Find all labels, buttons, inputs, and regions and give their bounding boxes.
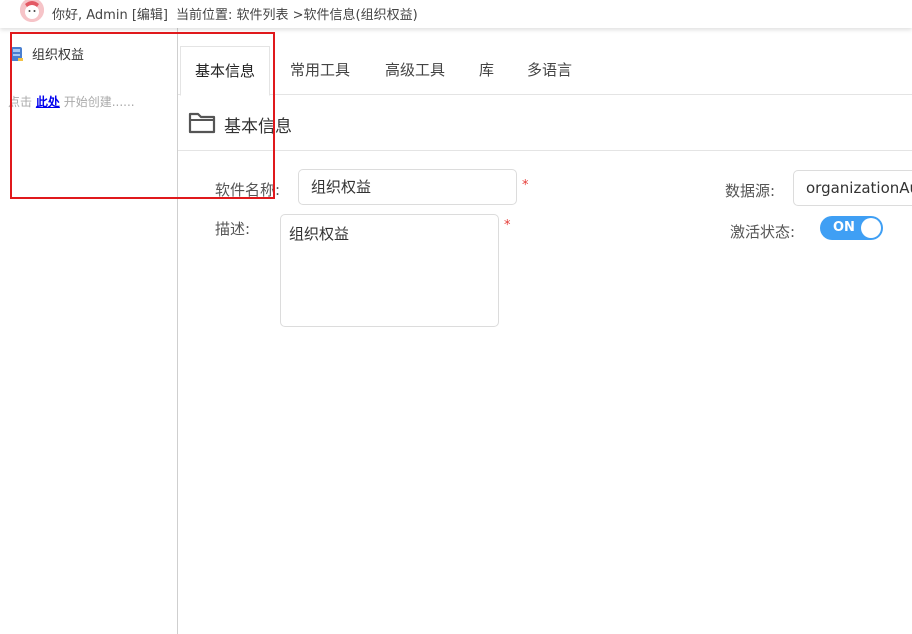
tree-node-organization-rights[interactable]: 组织权益 xyxy=(10,44,84,63)
tree-node-label: 组织权益 xyxy=(32,48,85,63)
required-mark: * xyxy=(504,218,511,233)
tab-basic-info[interactable]: 基本信息 xyxy=(180,46,271,96)
software-name-input[interactable]: 组织权益 xyxy=(298,169,517,205)
active-state-toggle[interactable]: ON xyxy=(820,216,883,240)
toggle-on-text: ON xyxy=(833,220,855,235)
tab-advanced-tools[interactable]: 高级工具 xyxy=(385,46,445,94)
section-title: 基本信息 xyxy=(224,117,292,137)
datasource-input[interactable]: organizationAu xyxy=(793,170,912,206)
breadcrumb: 当前位置: 软件列表 >软件信息(组织权益) xyxy=(176,8,418,23)
top-bar: 你好, Admin [编辑] 当前位置: 软件列表 >软件信息(组织权益) xyxy=(0,0,912,28)
required-mark: * xyxy=(522,178,529,193)
greeting-text[interactable]: 你好, Admin [编辑] xyxy=(52,4,168,23)
section-header: 基本信息 xyxy=(178,95,912,151)
avatar[interactable] xyxy=(20,0,44,22)
software-name-label: 软件名称: xyxy=(215,181,281,199)
tree-sidebar: 组织权益 点击 此处 开始创建...... xyxy=(0,28,178,634)
create-here-link[interactable]: 此处 xyxy=(36,95,60,109)
toggle-knob xyxy=(861,218,881,238)
datasource-label: 数据源: xyxy=(725,182,776,200)
database-icon xyxy=(11,46,23,61)
tab-bar: 基本信息 常用工具 高级工具 库 多语言 xyxy=(178,46,912,96)
folder-icon xyxy=(188,112,216,134)
description-label: 描述: xyxy=(215,220,251,238)
create-hint: 点击 此处 开始创建...... xyxy=(8,95,135,109)
tab-multilanguage[interactable]: 多语言 xyxy=(527,46,572,94)
tab-library[interactable]: 库 xyxy=(479,46,494,94)
description-textarea[interactable]: 组织权益 xyxy=(280,214,499,327)
active-state-label: 激活状态: xyxy=(730,223,796,241)
tab-common-tools[interactable]: 常用工具 xyxy=(290,46,350,94)
